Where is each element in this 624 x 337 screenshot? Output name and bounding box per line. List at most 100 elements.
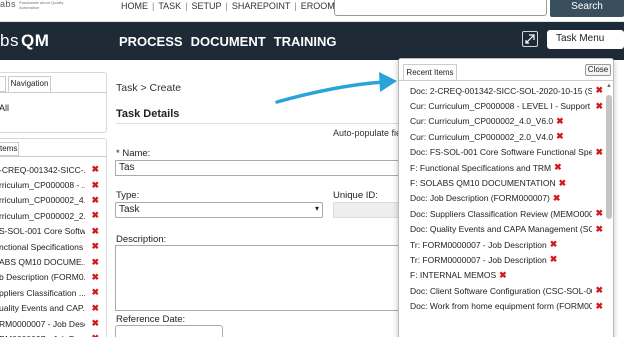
remove-icon[interactable]: ✖: [91, 242, 99, 251]
tab-items[interactable]: tems: [0, 142, 19, 156]
remove-icon[interactable]: ✖: [559, 178, 567, 188]
top-link-eroom[interactable]: EROOM: [297, 1, 339, 11]
list-item[interactable]: RM0000007 - Job Desc... ✖: [0, 316, 106, 331]
task-menu-select[interactable]: Task Menu: [547, 30, 624, 49]
list-item[interactable]: Tr: FORM0000007 - Job Description ✖: [410, 237, 603, 252]
list-item-label: b Description (FORM0...: [0, 272, 85, 283]
expand-icon[interactable]: [522, 31, 538, 47]
list-item[interactable]: Doc: Job Description (FORM000007) ✖: [410, 191, 603, 206]
list-item[interactable]: F: Functional Specifications and TRM ✖: [410, 160, 603, 175]
close-button[interactable]: Close: [585, 64, 611, 76]
list-item[interactable]: Cur: Curriculum_CP000002_2.0_V4.0 ✖: [410, 129, 603, 144]
remove-icon[interactable]: ✖: [91, 288, 99, 297]
list-item[interactable]: ppliers Classification ... ✖: [0, 285, 106, 300]
list-item-label: F: Functional Specifications and TRM: [410, 162, 552, 173]
top-link-sharepoint[interactable]: SHAREPOINT: [228, 1, 295, 11]
list-item[interactable]: ABS QM10 DOCUME... ✖: [0, 254, 106, 269]
list-item[interactable]: Cur: Curriculum_CP000002_4.0_V6.0 ✖: [410, 114, 603, 129]
description-textarea[interactable]: [115, 245, 410, 311]
type-select[interactable]: Task ▾: [115, 202, 323, 218]
menu-training[interactable]: TRAINING: [274, 34, 337, 49]
remove-icon[interactable]: ✖: [91, 303, 99, 313]
search-input[interactable]: [334, 0, 547, 16]
remove-icon[interactable]: ✖: [91, 211, 99, 220]
scroll-up-icon[interactable]: ▲: [606, 83, 612, 91]
autopopulate-label: Auto-populate fiel: [333, 128, 404, 138]
remove-icon[interactable]: ✖: [595, 286, 603, 295]
remove-icon[interactable]: ✖: [595, 209, 603, 218]
recent-items-list: Doc: 2-CREQ-001342-SICC-SOL-2020-10-15 (…: [410, 83, 603, 314]
list-item-label: F: SOLABS QM10 DOCUMENTATION: [410, 178, 556, 189]
list-item[interactable]: -CREQ-001342-SICC-... ✖: [0, 162, 106, 177]
list-item[interactable]: F: INTERNAL MEMOS ✖: [410, 268, 603, 283]
recent-items-popup: Recent Items Close ▲ Doc: 2-CREQ-001342-…: [398, 58, 614, 337]
list-item[interactable]: rriculum_CP000002_4.... ✖: [0, 193, 106, 208]
unique-id-field[interactable]: [333, 202, 403, 218]
popup-scrollbar[interactable]: [606, 95, 612, 219]
remove-icon[interactable]: ✖: [91, 165, 99, 174]
remove-icon[interactable]: ✖: [91, 272, 99, 282]
remove-icon[interactable]: ✖: [556, 116, 564, 126]
remove-icon[interactable]: ✖: [550, 255, 558, 264]
remove-icon[interactable]: ✖: [91, 180, 99, 190]
reference-date-field[interactable]: [115, 325, 223, 337]
tab-navigation[interactable]: Navigation: [8, 76, 51, 92]
remove-icon[interactable]: ✖: [595, 147, 603, 157]
nav-item-all[interactable]: All: [0, 103, 9, 113]
list-item[interactable]: Doc: Client Software Configuration (CSC-…: [410, 283, 603, 298]
top-links: HOME | TASK | SETUP | SHAREPOINT | EROOM: [117, 1, 339, 11]
name-field[interactable]: Tas: [115, 160, 410, 176]
remove-icon[interactable]: ✖: [91, 257, 99, 267]
list-item-label: Doc: Quality Events and CAPA Management …: [410, 224, 593, 235]
remove-icon[interactable]: ✖: [553, 193, 561, 203]
remove-icon[interactable]: ✖: [595, 224, 603, 234]
main-menu: PROCESS DOCUMENT TRAINING: [119, 34, 337, 49]
list-item[interactable]: F: SOLABS QM10 DOCUMENTATION ✖: [410, 175, 603, 190]
list-item-label: rriculum_CP000008 - ...: [0, 180, 85, 191]
remove-icon[interactable]: ✖: [91, 319, 99, 328]
menu-process[interactable]: PROCESS: [119, 34, 183, 49]
tab-recent-items[interactable]: Recent Items: [403, 64, 457, 81]
remove-icon[interactable]: ✖: [550, 240, 558, 249]
list-item-label: rriculum_CP000002_4....: [0, 195, 85, 206]
list-item-label: Tr: FORM0000007 - Job Description: [410, 239, 547, 250]
list-item[interactable]: RM0000007 - Job Desc...✖: [0, 331, 106, 337]
list-item-label: Cur: Curriculum_CP000002_4.0_V6.0: [410, 116, 554, 127]
recent-items-side-panel: tems -CREQ-001342-SICC-... ✖ rriculum_CP00…: [0, 138, 107, 337]
list-item[interactable]: Cur: Curriculum_CP000008 - LEVEL I - Sup…: [410, 98, 603, 113]
type-label: Type:: [116, 190, 140, 201]
list-item[interactable]: Doc: FS-SOL-001 Core Software Functional…: [410, 145, 603, 160]
list-item[interactable]: nctional Specifications a... ✖: [0, 239, 106, 254]
remove-icon[interactable]: ✖: [556, 132, 564, 141]
list-item[interactable]: Doc: Suppliers Classification Review (ME…: [410, 206, 603, 221]
list-item[interactable]: Doc: Work from home equipment form (FORM…: [410, 298, 603, 313]
list-item-label: nctional Specifications a...: [0, 241, 85, 252]
top-link-setup[interactable]: SETUP: [188, 1, 226, 11]
remove-icon[interactable]: ✖: [554, 163, 562, 172]
remove-icon[interactable]: ✖: [595, 301, 603, 311]
list-item[interactable]: Doc: 2-CREQ-001342-SICC-SOL-2020-10-15 (…: [410, 83, 603, 98]
remove-icon[interactable]: ✖: [91, 226, 99, 236]
menu-document[interactable]: DOCUMENT: [191, 34, 266, 49]
brand-text: bs: [0, 31, 19, 50]
remove-icon[interactable]: ✖: [595, 101, 603, 111]
top-link-home[interactable]: HOME: [117, 1, 152, 11]
list-item-label: ppliers Classification ...: [0, 287, 85, 298]
list-item[interactable]: uality Events and CAP... ✖: [0, 301, 106, 316]
brand-logo[interactable]: bs QM: [0, 31, 49, 51]
list-item[interactable]: Tr: FORM0000007 - Job Description ✖: [410, 252, 603, 267]
list-item-label: Doc: Client Software Configuration (CSC-…: [410, 285, 593, 296]
list-item[interactable]: b Description (FORM0... ✖: [0, 270, 106, 285]
list-item[interactable]: rriculum_CP000008 - ... ✖: [0, 177, 106, 192]
remove-icon[interactable]: ✖: [499, 270, 507, 280]
search-button[interactable]: Search: [550, 0, 624, 17]
list-item-label: Doc: Suppliers Classification Review (ME…: [410, 208, 593, 219]
top-link-task[interactable]: TASK: [154, 1, 185, 11]
list-item[interactable]: rriculum_CP000002_2.... ✖: [0, 208, 106, 223]
list-item-label: Doc: Job Description (FORM000007): [410, 193, 550, 204]
remove-icon[interactable]: ✖: [91, 195, 99, 205]
list-item-label: RM0000007 - Job Desc...: [0, 318, 85, 329]
list-item[interactable]: S-SOL-001 Core Softw... ✖: [0, 224, 106, 239]
remove-icon[interactable]: ✖: [595, 86, 603, 95]
list-item[interactable]: Doc: Quality Events and CAPA Management …: [410, 222, 603, 237]
